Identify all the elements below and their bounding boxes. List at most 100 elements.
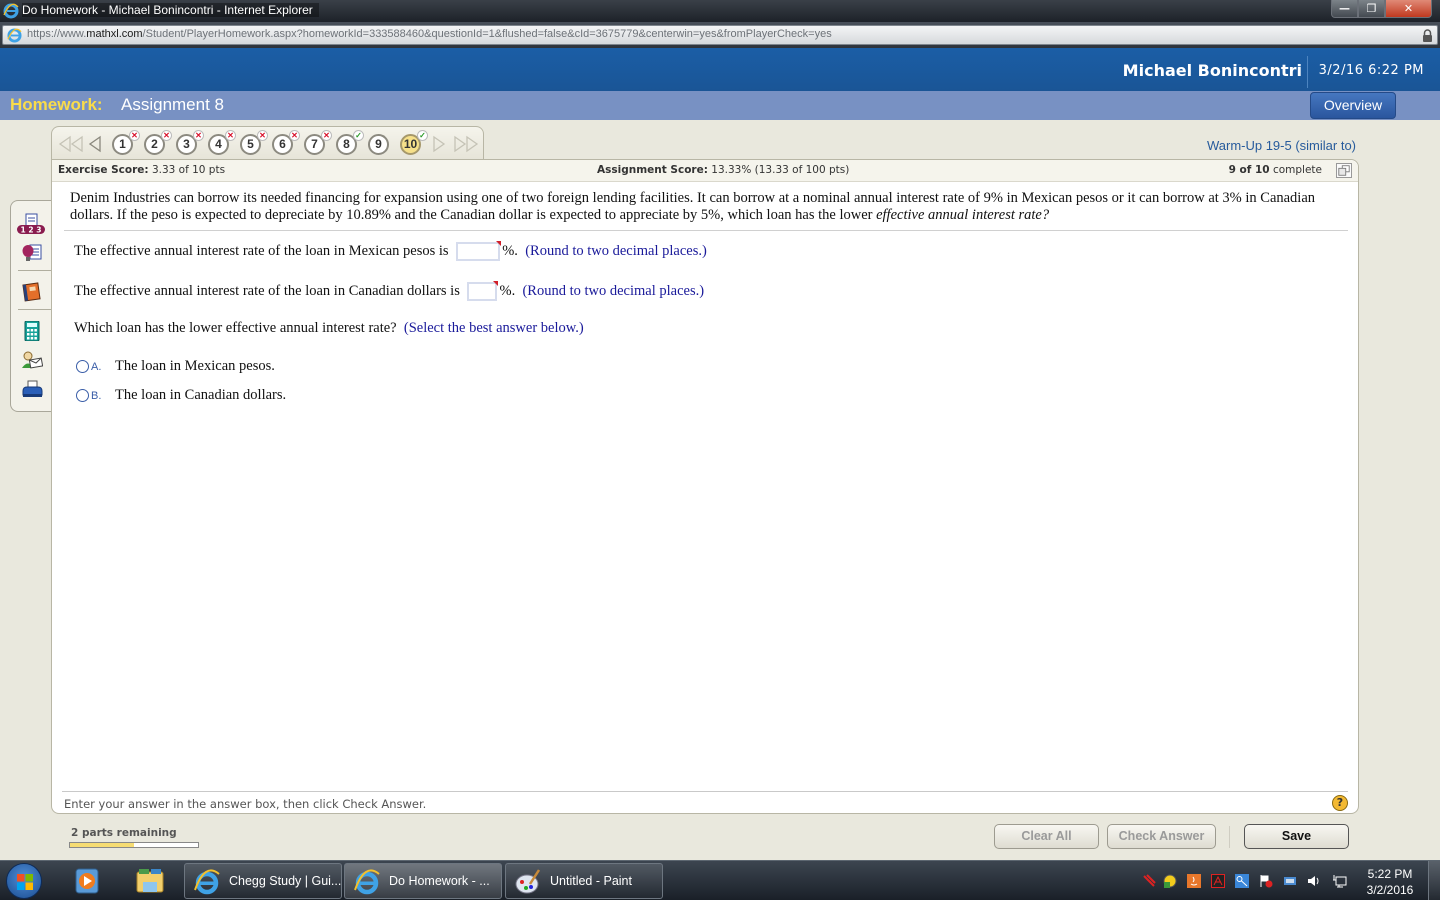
question-panel: Exercise Score: 3.33 of 10 pts Assignmen…: [51, 159, 1359, 814]
question-5-button[interactable]: 5 ✕: [240, 130, 268, 155]
question-1-button[interactable]: 1 ✕: [112, 130, 140, 155]
option-a[interactable]: A. The loan in Mexican pesos.: [76, 358, 275, 375]
incorrect-icon: ✕: [257, 130, 268, 141]
toolbar-divider: [18, 270, 51, 271]
question-prompt: Denim Industries can borrow its needed f…: [70, 190, 1316, 223]
question-4-button[interactable]: 4 ✕: [208, 130, 236, 155]
option-a-radio[interactable]: [76, 360, 89, 373]
adobe-reader-tray-icon[interactable]: [1211, 874, 1225, 888]
incorrect-icon: ✕: [161, 130, 172, 141]
question-3-button[interactable]: 3 ✕: [176, 130, 204, 155]
action-center-icon[interactable]: [1259, 874, 1273, 888]
print-icon[interactable]: [21, 379, 43, 399]
assignment-name: Assignment 8: [121, 95, 224, 114]
question-list-icon[interactable]: 1 2 3: [16, 213, 46, 235]
question-number: 2: [151, 137, 158, 151]
ask-instructor-icon[interactable]: [21, 350, 43, 370]
check-answer-button[interactable]: Check Answer: [1107, 824, 1216, 849]
option-b-letter: B.: [91, 389, 102, 402]
completion-status: 9 of 10 complete: [1228, 164, 1322, 176]
question-2-button[interactable]: 2 ✕: [144, 130, 172, 155]
part-2: The effective annual interest rate of th…: [74, 281, 705, 301]
option-a-text[interactable]: The loan in Mexican pesos.: [115, 358, 275, 375]
option-b[interactable]: B. The loan in Canadian dollars.: [76, 387, 286, 404]
minimize-button[interactable]: —: [1331, 0, 1358, 18]
question-number: 1: [119, 137, 126, 151]
question-8-button[interactable]: 8 ✓: [336, 130, 364, 155]
url-field[interactable]: https://www.mathxl.com/Student/PlayerHom…: [2, 25, 1438, 45]
textbook-icon[interactable]: [21, 282, 43, 302]
percent-suffix: %.: [502, 242, 518, 259]
java-tray-icon[interactable]: [1187, 874, 1201, 888]
taskbar-task[interactable]: Chegg Study | Gui...: [184, 863, 342, 899]
incorrect-icon: ✕: [289, 130, 300, 141]
paint-icon: [515, 869, 541, 894]
norton-tray-icon[interactable]: [1163, 874, 1177, 888]
internet-explorer-icon: [7, 28, 22, 43]
key-tray-icon[interactable]: [1235, 874, 1249, 888]
antivirus-tray-icon[interactable]: [1142, 874, 1156, 888]
taskbar-clock[interactable]: 5:22 PM 3/2/2016: [1360, 866, 1420, 898]
progress-fill: [70, 843, 134, 847]
homework-label: Homework:: [10, 95, 103, 114]
restore-button[interactable]: ❐: [1358, 0, 1385, 18]
question-number: 8: [343, 137, 350, 151]
overview-button[interactable]: Overview: [1310, 92, 1396, 119]
previous-question-icon[interactable]: [88, 135, 102, 153]
exercise-score: Exercise Score: 3.33 of 10 pts: [58, 164, 226, 176]
network-device-icon[interactable]: [1283, 874, 1297, 888]
taskbar-task-label: Untitled - Paint: [550, 874, 632, 888]
mexican-rate-input[interactable]: [456, 241, 502, 261]
toolbar-divider: [18, 309, 51, 310]
taskbar-task-label: Do Homework - ...: [389, 874, 490, 888]
user-name: Michael Bonincontri: [1122, 61, 1302, 80]
parts-remaining: 2 parts remaining: [71, 827, 177, 839]
internet-explorer-icon: [3, 3, 19, 19]
clock-time: 5:22 PM: [1367, 867, 1413, 881]
incorrect-icon: ✕: [129, 130, 140, 141]
media-player-icon[interactable]: [72, 866, 102, 896]
volume-icon[interactable]: [1307, 874, 1321, 888]
partial-credit-icon: ✓: [417, 130, 428, 141]
question-10-button[interactable]: 10 ✓: [400, 130, 428, 155]
taskbar-task[interactable]: Do Homework - ...: [344, 863, 502, 899]
close-button[interactable]: ✕: [1385, 0, 1432, 18]
save-button[interactable]: Save: [1244, 824, 1349, 849]
taskbar-task[interactable]: Untitled - Paint: [505, 863, 663, 899]
part-3: Which loan has the lower effective annua…: [74, 320, 584, 337]
question-6-button[interactable]: 6 ✕: [272, 130, 300, 155]
url-text: https://www.mathxl.com/Student/PlayerHom…: [27, 28, 832, 40]
question-number: 6: [279, 137, 286, 151]
start-button[interactable]: [6, 863, 42, 899]
question-navigator: 1 ✕ 2 ✕ 3 ✕ 4 ✕ 5 ✕ 6 ✕ 7 ✕ 8 ✓ 9 10 ✓: [51, 126, 484, 160]
side-toolbar: 1 2 3: [10, 200, 51, 412]
help-me-solve-icon[interactable]: [21, 243, 43, 263]
help-icon[interactable]: ?: [1332, 795, 1348, 811]
part-1-text: The effective annual interest rate of th…: [74, 242, 449, 259]
question-number: 7: [311, 137, 318, 151]
last-question-icon[interactable]: [453, 135, 479, 153]
first-question-icon[interactable]: [58, 135, 84, 153]
internet-explorer-icon: [354, 869, 380, 895]
window-title: Do Homework - Michael Bonincontri - Inte…: [22, 3, 319, 17]
assignment-score: Assignment Score: 13.33% (13.33 of 100 p…: [597, 164, 850, 176]
popout-icon[interactable]: [1336, 163, 1352, 178]
rounding-hint: (Round to two decimal places.): [522, 282, 705, 299]
calculator-icon[interactable]: [21, 321, 43, 341]
canadian-rate-input[interactable]: [467, 281, 499, 301]
option-b-radio[interactable]: [76, 389, 89, 402]
option-b-text[interactable]: The loan in Canadian dollars.: [115, 387, 286, 404]
question-7-button[interactable]: 7 ✕: [304, 130, 332, 155]
incorrect-icon: ✕: [193, 130, 204, 141]
rounding-hint: (Round to two decimal places.): [525, 242, 707, 259]
next-question-icon[interactable]: [432, 135, 446, 153]
similar-to-link[interactable]: Warm-Up 19-5 (similar to): [1207, 138, 1356, 153]
network-icon[interactable]: [1333, 874, 1347, 888]
windows-logo-icon: [17, 874, 33, 890]
file-explorer-icon[interactable]: [135, 866, 165, 896]
show-desktop-button[interactable]: [1428, 861, 1440, 900]
clear-all-button[interactable]: Clear All: [994, 824, 1099, 849]
site-header: Michael Bonincontri 3/2/16 6:22 PM: [0, 48, 1440, 91]
question-9-button[interactable]: 9: [368, 134, 389, 155]
lock-icon[interactable]: [1422, 29, 1433, 42]
